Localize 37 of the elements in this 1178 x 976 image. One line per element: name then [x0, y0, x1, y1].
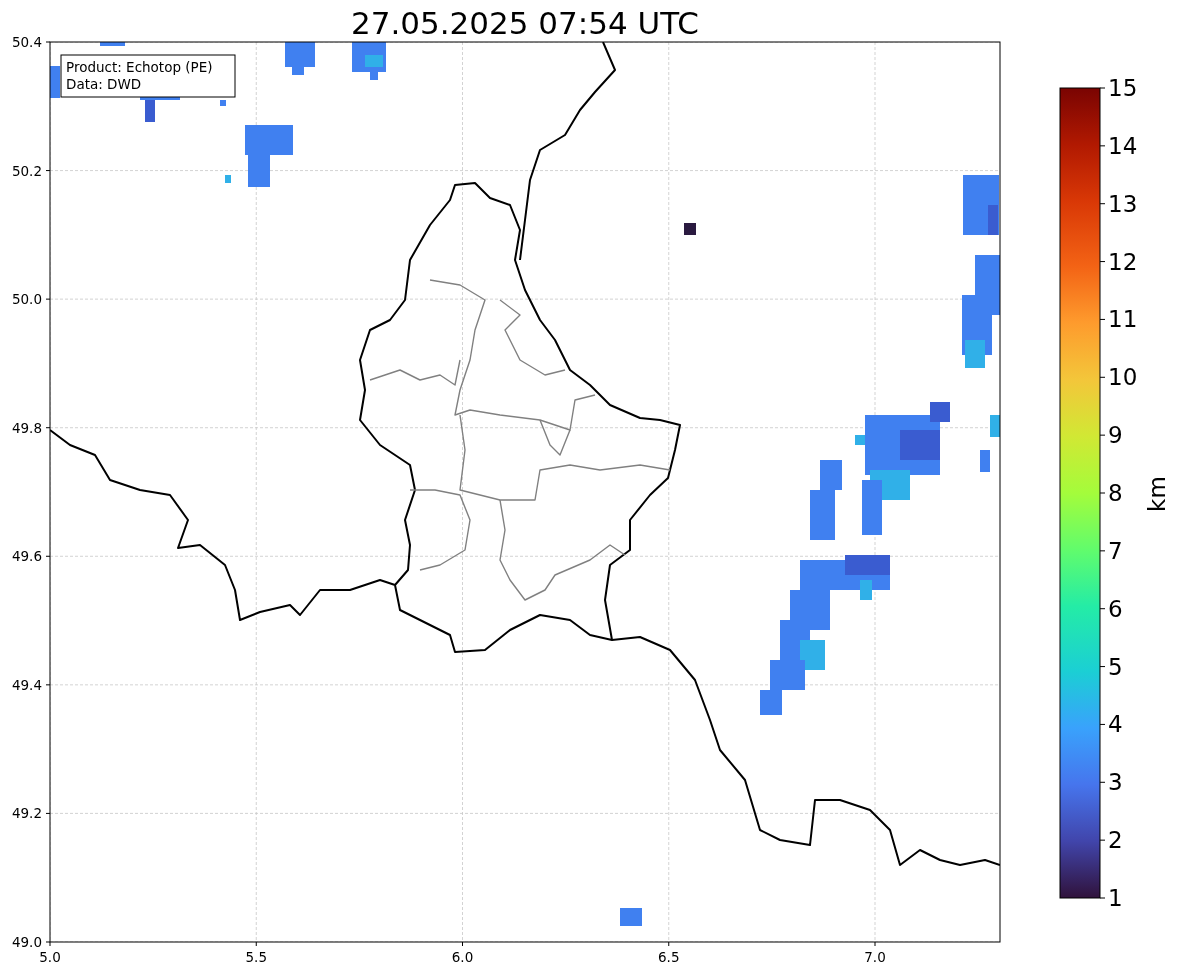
axis-tick-label: 6.0: [451, 949, 474, 965]
axis-tick-label: 49.6: [11, 548, 42, 565]
colorbar-tick-label: 10: [1108, 364, 1138, 391]
radar-echo: [285, 42, 315, 75]
colorbar-tick-label: 1: [1108, 885, 1123, 911]
axis-tick-label: 50.4: [11, 34, 42, 50]
legend-text: Data: DWD: [66, 76, 142, 92]
colorbar-tick-label: 5: [1108, 653, 1123, 680]
axis-tick-label: 49.4: [11, 676, 42, 693]
axis-tick-label: 5.5: [245, 949, 267, 965]
radar-echo: [225, 125, 293, 187]
axis-tick-label: 50.2: [11, 162, 42, 179]
axis-tick-label: 50.0: [11, 291, 42, 308]
colorbar-tick-label: 8: [1108, 480, 1123, 506]
axis-tick-label: 7.0: [864, 949, 886, 965]
colorbar-tick-label: 13: [1108, 190, 1138, 217]
colorbar-tick-label: 4: [1108, 711, 1123, 738]
axis-tick-label: 6.5: [658, 949, 680, 965]
colorbar-tick-label: 6: [1108, 595, 1123, 622]
radar-echo: [684, 223, 696, 235]
radar-echo: [620, 908, 642, 926]
colorbar-label: km: [1144, 476, 1170, 512]
colorbar-tick-label: 7: [1108, 537, 1123, 564]
axis-tick-label: 5.0: [39, 949, 61, 965]
axis-tick-label: 49.8: [11, 419, 42, 436]
axis-tick-label: 49.2: [11, 805, 42, 822]
colorbar-tick-label: 15: [1108, 75, 1138, 101]
colorbar-tick-label: 2: [1108, 827, 1123, 854]
colorbar-tick-label: 9: [1108, 422, 1123, 449]
legend-text: Product: Echotop (PE): [66, 59, 213, 75]
colorbar-tick-label: 11: [1108, 306, 1138, 333]
colorbar-tick-label: 12: [1108, 248, 1138, 275]
axis-tick-label: 49.0: [11, 934, 42, 950]
colorbar-tick-label: 14: [1108, 132, 1138, 159]
radar-echo: [352, 42, 386, 80]
figure-title: 27.05.2025 07:54 UTC: [351, 5, 699, 41]
colorbar-tick-label: 3: [1108, 769, 1123, 796]
